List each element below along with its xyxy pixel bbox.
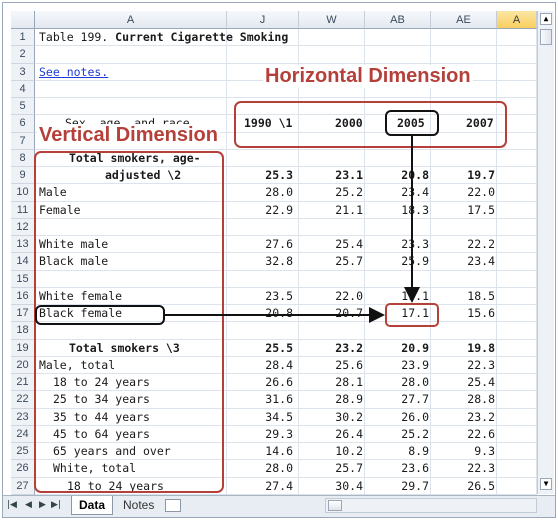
- prev-sheet-icon[interactable]: ◀: [25, 500, 32, 510]
- scroll-up-icon[interactable]: ▲: [540, 13, 552, 25]
- hscroll-thumb[interactable]: [328, 500, 342, 511]
- sheet-tab-data[interactable]: Data: [71, 496, 114, 515]
- new-sheet-icon[interactable]: [165, 499, 181, 512]
- spreadsheet-window: A J W AB AE A 1 2 3 4 5 6 7 8 9 10 11 12 13 14 15 16 17 1…: [2, 2, 556, 518]
- scroll-thumb[interactable]: [540, 29, 552, 45]
- sheet-tab-notes[interactable]: Notes: [116, 496, 161, 515]
- scroll-down-icon[interactable]: ▼: [540, 478, 552, 490]
- next-sheet-icon[interactable]: ▶: [39, 500, 46, 510]
- first-sheet-icon[interactable]: |◀: [7, 500, 17, 510]
- last-sheet-icon[interactable]: ▶|: [51, 500, 61, 510]
- arrows-overlay: [165, 136, 420, 323]
- horizontal-scrollbar[interactable]: [325, 498, 537, 513]
- vertical-scrollbar[interactable]: ▲ ▼: [537, 11, 554, 494]
